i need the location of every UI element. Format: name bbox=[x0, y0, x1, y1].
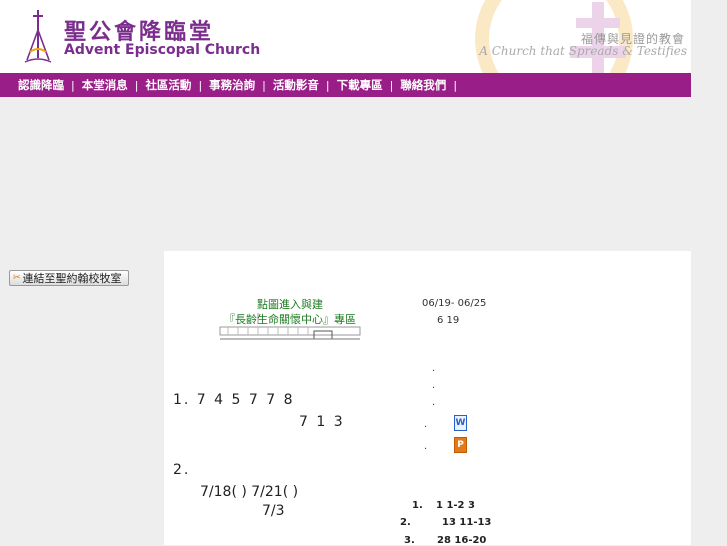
date-range: 06/19- 06/25 bbox=[422, 298, 487, 309]
banner-line-1: 點圖進入與建 bbox=[257, 298, 323, 311]
item-1-line-2: 7 1 3 bbox=[299, 414, 345, 430]
bullet-dot: . bbox=[424, 441, 428, 452]
item-1-line-1: 1. 7 4 5 7 7 8 bbox=[173, 392, 295, 408]
nav-item-media[interactable]: 活動影音 bbox=[273, 77, 319, 93]
nav-item-affairs[interactable]: 事務治詢 bbox=[209, 77, 255, 93]
schedule-number: 3. bbox=[404, 535, 415, 546]
item-2-line-2: 7/18( ) 7/21( ) bbox=[200, 484, 299, 500]
item-2-line-1: 2. bbox=[173, 462, 191, 478]
schedule-number: 2. bbox=[400, 517, 411, 528]
bullet-dot: . bbox=[432, 397, 436, 408]
schedule-number: 1. bbox=[412, 500, 423, 511]
schedule-text: 28 16-20 bbox=[437, 535, 487, 546]
nav-separator: | bbox=[262, 78, 266, 92]
banner-line-2: 『長齡生命關懷中心』專區 bbox=[224, 313, 356, 326]
nav-item-contact[interactable]: 聯絡我們 bbox=[400, 77, 446, 93]
nav-item-news[interactable]: 本堂消息 bbox=[82, 77, 128, 93]
link-to-chaplaincy-button[interactable]: ✂ 連結至聖約翰校牧室 bbox=[9, 270, 129, 286]
nav-item-community[interactable]: 社區活動 bbox=[145, 77, 191, 93]
item-2-line-3: 7/3 bbox=[262, 503, 285, 519]
bullet-dot: . bbox=[432, 363, 436, 374]
slogan-en: A Church that Spreads & Testifies bbox=[479, 44, 687, 58]
site-header: 聖公會降臨堂 Advent Episcopal Church 福傳與見證的教會 … bbox=[0, 0, 691, 73]
link-button-label: 連結至聖約翰校牧室 bbox=[22, 272, 122, 285]
care-center-banner[interactable]: 點圖進入與建 『長齡生命關懷中心』專區 bbox=[218, 281, 362, 343]
nav-separator: | bbox=[198, 78, 203, 92]
schedule-text: 13 11-13 bbox=[442, 517, 492, 528]
date-sub: 6 19 bbox=[437, 315, 460, 326]
church-cross-logo[interactable] bbox=[22, 8, 54, 66]
main-content: 點圖進入與建 『長齡生命關懷中心』專區 06/19- 06/25 6 19 . … bbox=[164, 251, 691, 546]
bullet-dot: . bbox=[424, 419, 428, 430]
bullet-dot: . bbox=[432, 380, 436, 391]
link-icon: ✂ bbox=[13, 273, 21, 283]
church-name-en: Advent Episcopal Church bbox=[64, 42, 261, 58]
nav-separator: | bbox=[389, 78, 394, 92]
powerpoint-document-icon[interactable]: P bbox=[454, 437, 467, 453]
nav-item-downloads[interactable]: 下載專區 bbox=[337, 77, 383, 93]
schedule-text: 1 1-2 3 bbox=[436, 500, 475, 511]
main-navigation: 認識降臨 | 本堂消息 | 社區活動 | 事務治詢 | 活動影音 | 下載專區 … bbox=[0, 73, 691, 97]
nav-separator: | bbox=[453, 78, 458, 92]
nav-separator: | bbox=[134, 78, 139, 92]
nav-separator: | bbox=[325, 78, 330, 92]
nav-separator: | bbox=[71, 78, 75, 92]
banner-text: 點圖進入與建 『長齡生命關懷中心』專區 bbox=[218, 297, 362, 327]
word-document-icon[interactable]: W bbox=[454, 415, 467, 431]
nav-item-about[interactable]: 認識降臨 bbox=[18, 77, 64, 93]
